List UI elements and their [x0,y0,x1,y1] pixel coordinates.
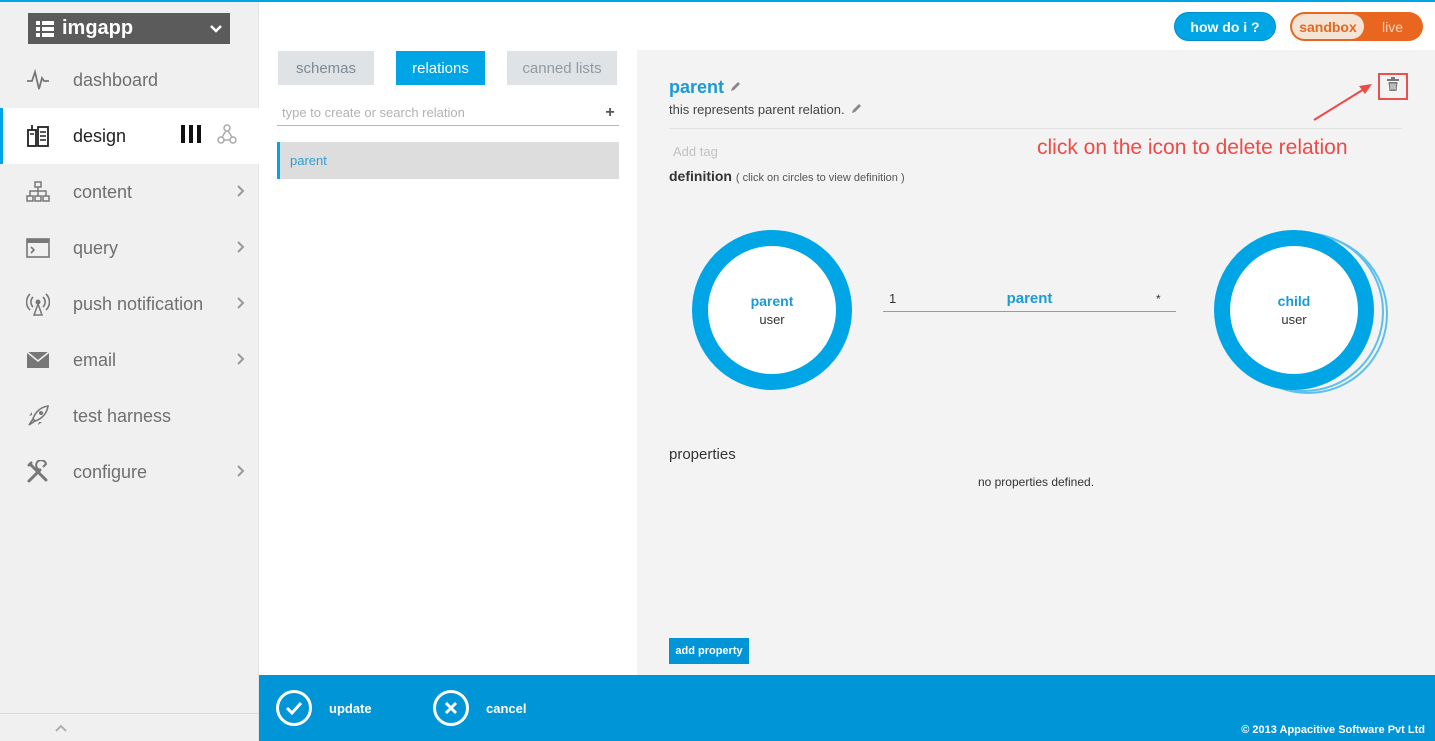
pencil-icon[interactable] [851,102,863,117]
close-icon [433,690,469,726]
rocket-icon [25,403,51,429]
sidebar-item-content[interactable]: content [0,164,259,220]
sidebar-item-label: test harness [73,405,172,426]
relation-title: parent [669,77,742,98]
add-property-button[interactable]: add property [669,638,749,664]
endpoint-right-circle[interactable]: child user [1214,230,1374,390]
chevron-down-icon [210,22,222,36]
footer-bar: update cancel © 2013 Appacitive Software… [259,675,1435,741]
wrench-icon [25,459,51,485]
sidebar-item-label: query [73,237,119,258]
sidebar-item-email[interactable]: email [0,332,259,388]
cancel-button[interactable]: cancel [433,690,526,726]
sidebar-item-label: configure [73,461,148,482]
right-multiplicity: * [1156,291,1161,306]
how-do-i-button[interactable]: how do i ? [1174,12,1276,41]
divider [669,128,1402,129]
pulse-icon [25,67,51,93]
design-view-switch [181,123,237,149]
relation-search: + [277,100,619,126]
relation-detail-panel: parent this represents parent relation. … [637,50,1435,675]
broadcast-icon [25,291,51,317]
envelope-icon [25,347,51,373]
columns-icon[interactable] [181,124,201,148]
trash-icon [1386,77,1400,96]
properties-heading: properties [669,446,736,463]
endpoint-label: child [1277,293,1311,309]
plus-icon[interactable]: + [601,104,619,122]
sidebar-item-query[interactable]: query [0,220,259,276]
sidebar-nav: dashboard design content query push noti… [0,52,259,500]
cancel-label: cancel [486,700,527,716]
sidebar-item-label: email [73,349,117,370]
endpoint-type: user [1281,312,1307,327]
chevron-right-icon [237,464,245,480]
left-multiplicity: 1 [889,291,897,306]
sidebar-item-configure[interactable]: configure [0,444,259,500]
design-icon [25,123,51,149]
tab-schemas[interactable]: schemas [278,51,374,85]
endpoint-type: user [759,312,785,327]
list-icon [34,18,56,40]
pencil-icon[interactable] [730,80,742,95]
env-live-option[interactable]: live [1364,19,1421,35]
sidebar-item-push-notification[interactable]: push notification [0,276,259,332]
tab-canned-lists[interactable]: canned lists [507,51,617,85]
sidebar-collapse-bar[interactable] [0,713,259,741]
relation-name[interactable]: parent [669,77,724,98]
delete-relation-button[interactable] [1378,73,1408,100]
copyright: © 2013 Appacitive Software Pvt Ltd [1241,724,1425,736]
check-icon [276,690,312,726]
sidebar: imgapp dashboard design content query pu… [0,2,259,741]
relation-connector: 1 parent * [883,286,1176,312]
sitemap-icon [25,179,51,205]
relation-list-item[interactable]: parent [277,142,619,179]
relation-description: this represents parent relation. [669,102,863,117]
definition-label: definition [669,168,732,184]
graph-icon[interactable] [217,123,237,149]
env-sandbox-option[interactable]: sandbox [1292,14,1364,39]
add-tag-input[interactable]: Add tag [673,144,718,159]
tab-relations[interactable]: relations [396,51,485,85]
update-button[interactable]: update [276,690,372,726]
definition-heading: definition ( click on circles to view de… [669,168,905,184]
sidebar-item-test-harness[interactable]: test harness [0,388,259,444]
chevron-right-icon [237,240,245,256]
app-selector[interactable]: imgapp [28,13,230,44]
sidebar-item-label: dashboard [73,69,159,90]
sidebar-item-design[interactable]: design [0,108,259,164]
sidebar-item-label: push notification [73,293,204,314]
sidebar-item-label: content [73,181,133,202]
chevron-up-icon[interactable] [55,721,67,735]
sidebar-item-dashboard[interactable]: dashboard [0,52,259,108]
endpoint-left-circle[interactable]: parent user [692,230,852,390]
connector-name: parent [1006,290,1053,307]
sidebar-item-label: design [73,125,127,146]
annotation-text: click on the icon to delete relation [1037,136,1348,159]
app-name: imgapp [62,17,134,39]
environment-toggle[interactable]: sandbox live [1290,12,1423,41]
description-text[interactable]: this represents parent relation. [669,102,845,117]
chevron-right-icon [237,352,245,368]
chevron-right-icon [237,184,245,200]
chevron-right-icon [237,296,245,312]
endpoint-label: parent [750,293,794,309]
no-properties-text: no properties defined. [977,475,1095,489]
annotation-arrow [1313,84,1372,121]
update-label: update [329,700,372,716]
relation-search-input[interactable] [277,105,601,120]
definition-hint: ( click on circles to view definition ) [735,172,905,184]
terminal-icon [25,235,51,261]
